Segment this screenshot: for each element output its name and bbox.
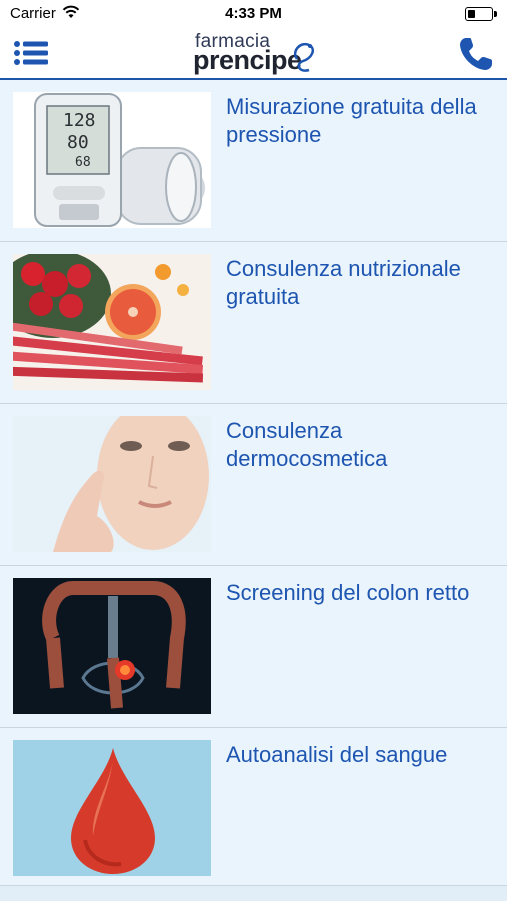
service-title: Consulenza nutrizionale gratuita [226, 256, 461, 309]
service-title: Screening del colon retto [226, 580, 470, 605]
services-list: 128 80 68 Misurazione gratuita della pre… [0, 80, 507, 890]
clock: 4:33 PM [225, 5, 282, 22]
list-item[interactable]: Screening del colon retto [0, 566, 507, 728]
svg-text:80: 80 [67, 132, 89, 153]
colon-xray-image [13, 578, 211, 714]
woman-face-skincare-image [13, 416, 211, 552]
status-bar: Carrier 4:33 PM [0, 0, 507, 28]
pharmacy-logo: farmacia prencipe [193, 31, 323, 75]
menu-icon[interactable] [14, 39, 48, 67]
navigation-bar: farmacia prencipe [0, 28, 507, 80]
blood-drop-image [13, 740, 211, 876]
service-title: Consulenza dermocosmetica [226, 418, 388, 471]
list-footer-divider [0, 885, 507, 901]
phone-icon[interactable] [457, 35, 495, 73]
list-item[interactable]: Consulenza nutrizionale gratuita [0, 242, 507, 404]
service-title: Misurazione gratuita della pressione [226, 94, 477, 147]
blood-pressure-monitor-image: 128 80 68 [13, 92, 211, 228]
logo-serpent-icon [293, 42, 314, 72]
list-item[interactable]: 128 80 68 Misurazione gratuita della pre… [0, 80, 507, 242]
svg-text:68: 68 [75, 155, 91, 170]
fruit-and-rhubarb-image [13, 254, 211, 390]
battery-icon [465, 7, 497, 21]
logo-line2: prencipe [193, 45, 302, 75]
svg-text:128: 128 [63, 110, 96, 131]
list-item[interactable]: Autoanalisi del sangue [0, 728, 507, 890]
service-title: Autoanalisi del sangue [226, 742, 448, 767]
list-item[interactable]: Consulenza dermocosmetica [0, 404, 507, 566]
